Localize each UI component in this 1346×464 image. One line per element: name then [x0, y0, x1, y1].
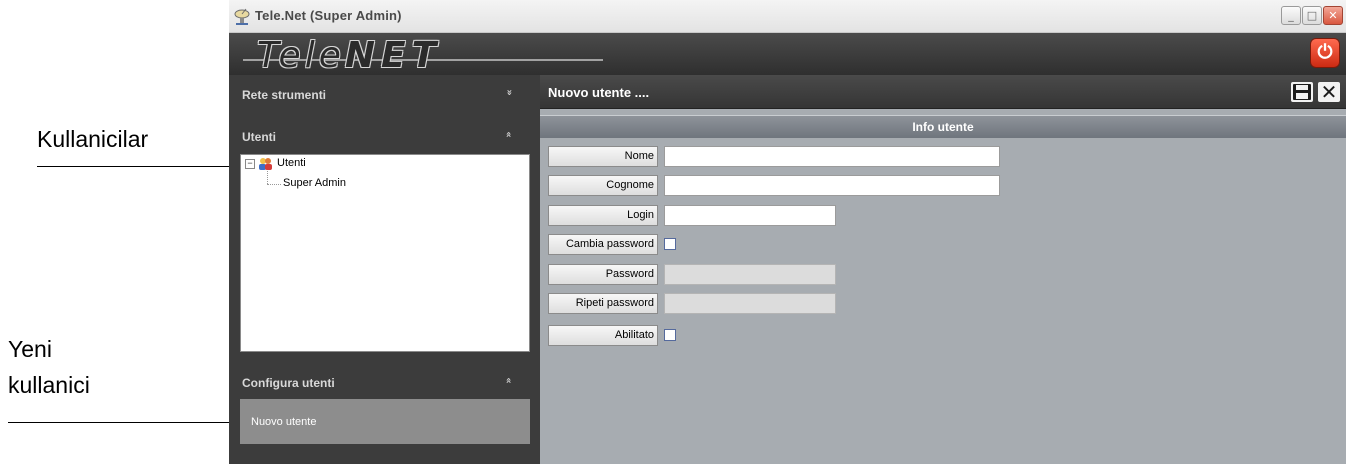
power-icon[interactable]: ⏻ — [1311, 39, 1339, 67]
annotation-new-user-pointer — [8, 422, 242, 423]
window-title: Tele.Net (Super Admin) — [255, 8, 402, 23]
ripeti-password-field — [664, 293, 836, 314]
sidebar-section-utenti[interactable]: Utenti » — [229, 117, 540, 153]
tree-node-super-admin[interactable]: Super Admin — [283, 177, 346, 189]
satellite-dish-icon — [234, 8, 250, 25]
floppy-disk-icon — [1293, 84, 1311, 100]
users-tree: − Utenti Super Admin — [240, 154, 530, 352]
new-user-item[interactable]: Nuovo utente — [240, 399, 530, 444]
logo-text-bold: NET — [344, 35, 443, 76]
app-logo: TeleNET — [257, 35, 442, 76]
sidebar-section-label: Configura utenti — [242, 376, 335, 390]
new-user-label: Nuovo utente — [251, 416, 317, 428]
tree-connector — [267, 184, 281, 185]
chevron-up-icon: » — [503, 131, 515, 138]
title-bar: Tele.Net (Super Admin) _ □ ✕ — [229, 0, 1346, 33]
password-label: Password — [548, 264, 658, 285]
annotation-new-user-line2: kullanici — [8, 372, 90, 398]
app-banner: TeleNET ⏻ — [229, 33, 1346, 76]
users-group-icon — [259, 158, 272, 170]
logo-text-light: Tele — [257, 35, 345, 76]
sidebar: Rete strumenti » Utenti » − Utenti Super… — [229, 75, 540, 464]
annotation-users: Kullanicilar — [37, 126, 149, 152]
login-label: Login — [548, 205, 658, 226]
sidebar-section-configura-utenti[interactable]: Configura utenti » — [229, 363, 540, 399]
password-field — [664, 264, 836, 285]
cognome-label: Cognome — [548, 175, 658, 196]
tree-connector — [267, 171, 268, 184]
sidebar-section-rete-strumenti[interactable]: Rete strumenti » — [229, 75, 540, 111]
abilitato-label: Abilitato — [548, 325, 658, 346]
close-window-button[interactable]: ✕ — [1323, 6, 1343, 25]
app-window: Tele.Net (Super Admin) _ □ ✕ TeleNET ⏻ R… — [229, 0, 1346, 464]
minimize-button[interactable]: _ — [1281, 6, 1301, 25]
chevron-down-icon: » — [503, 89, 515, 96]
nome-label: Nome — [548, 146, 658, 167]
tree-collapse-icon[interactable]: − — [245, 159, 255, 169]
sidebar-section-label: Rete strumenti — [242, 88, 327, 102]
cambia-password-checkbox[interactable] — [664, 238, 676, 250]
ripeti-password-label: Ripeti password — [548, 293, 658, 314]
tree-node-utenti[interactable]: Utenti — [277, 157, 306, 169]
cambia-password-label: Cambia password — [548, 234, 658, 255]
main-header: Nuovo utente .... ✕ — [540, 75, 1346, 109]
info-utente-header: Info utente — [540, 115, 1346, 138]
annotation-new-user-line1: Yeni — [8, 336, 52, 362]
nome-field[interactable] — [664, 146, 1000, 167]
abilitato-checkbox[interactable] — [664, 329, 676, 341]
close-icon[interactable]: ✕ — [1318, 82, 1340, 102]
page-title: Nuovo utente .... — [548, 85, 650, 100]
cognome-field[interactable] — [664, 175, 1000, 196]
main-panel: Nuovo utente .... ✕ Info utente Nome Cog… — [540, 75, 1346, 464]
sidebar-section-label: Utenti — [242, 130, 276, 144]
maximize-button[interactable]: □ — [1302, 6, 1322, 25]
section-title: Info utente — [912, 120, 974, 134]
save-button[interactable] — [1291, 82, 1313, 102]
chevron-up-icon: » — [503, 377, 515, 384]
login-field[interactable] — [664, 205, 836, 226]
